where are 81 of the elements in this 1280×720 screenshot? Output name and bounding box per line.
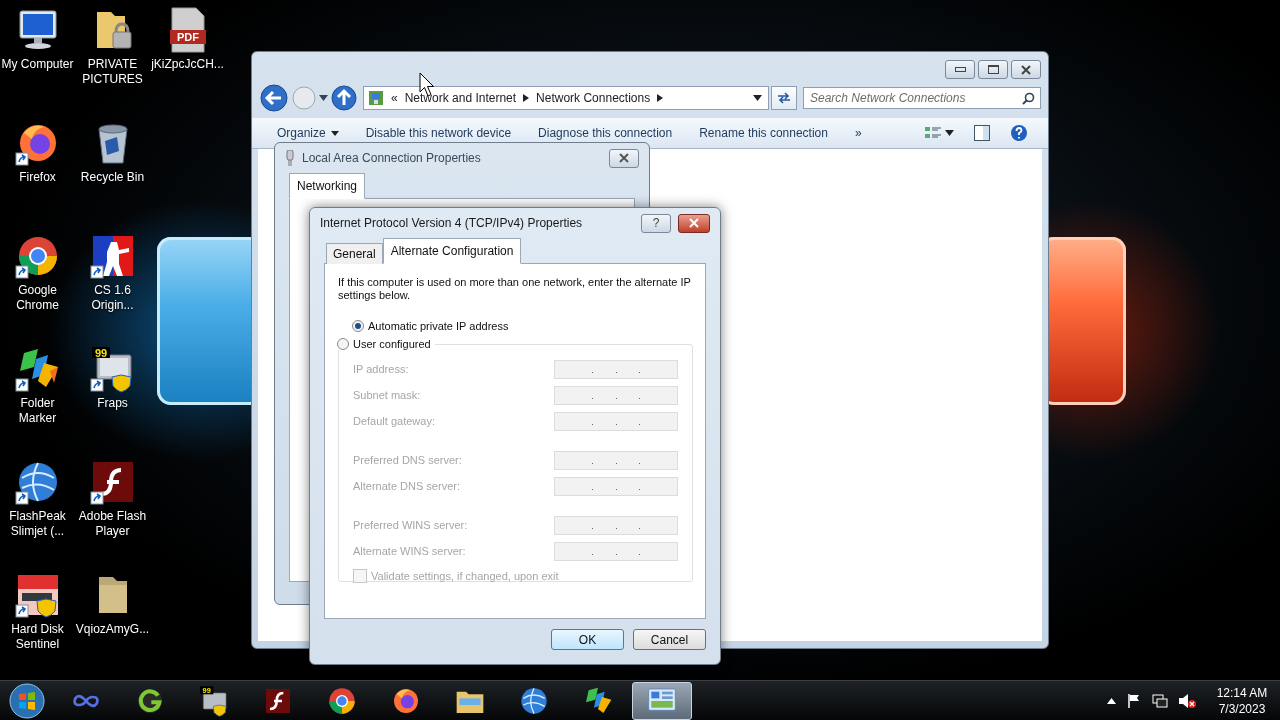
icon-label: CS 1.6 Origin... xyxy=(90,283,135,313)
ip-address-field[interactable] xyxy=(554,515,678,535)
tray-expand-icon[interactable] xyxy=(1107,697,1116,704)
icon-label: Recycle Bin xyxy=(80,170,145,185)
clock-time[interactable]: 12:14 AM xyxy=(1216,684,1268,701)
field-label: IP address: xyxy=(353,363,409,375)
breadcrumb-item[interactable]: Network and Internet xyxy=(404,91,517,105)
plug-icon xyxy=(285,150,295,166)
window-title: Local Area Connection Properties xyxy=(302,151,481,165)
ip-address-field[interactable] xyxy=(554,541,678,561)
network-icon[interactable] xyxy=(1152,692,1168,709)
field-label: Default gateway: xyxy=(353,415,435,427)
chevron-icon[interactable] xyxy=(523,94,530,102)
search-icon[interactable] xyxy=(1022,92,1035,105)
close-button[interactable] xyxy=(1011,60,1041,79)
tab[interactable]: Networking xyxy=(289,173,366,199)
clock-date[interactable]: 7/3/2023 xyxy=(1218,700,1266,717)
toolbar-button[interactable]: Disable this network device xyxy=(358,123,519,143)
close-button[interactable] xyxy=(678,213,710,233)
refresh-button[interactable] xyxy=(771,86,797,110)
icon-label: Fraps xyxy=(97,396,128,411)
toolbar-button[interactable]: Rename this connection xyxy=(692,123,835,143)
icon-label: Hard Disk Sentinel xyxy=(10,622,65,652)
search-field[interactable]: Search Network Connections xyxy=(803,87,1041,109)
network-icon xyxy=(368,90,384,106)
caret-icon[interactable] xyxy=(319,95,328,101)
tab[interactable]: Alternate Configuration xyxy=(382,238,522,264)
minimize-button[interactable] xyxy=(945,60,975,79)
chevron-icon[interactable] xyxy=(657,94,664,102)
icon-label: My Computer xyxy=(1,57,74,72)
ip-address-field[interactable] xyxy=(554,450,678,470)
icon-label: jKiZpcJcCH... xyxy=(151,57,224,72)
radio-label[interactable]: Automatic private IP address xyxy=(368,320,509,332)
volume-icon[interactable] xyxy=(1178,692,1196,709)
close-icon[interactable] xyxy=(1020,64,1032,75)
icon-label: Firefox xyxy=(19,170,56,185)
radio-button[interactable] xyxy=(352,320,364,332)
refresh-icon[interactable] xyxy=(776,91,792,105)
ip-address-field[interactable] xyxy=(554,359,678,379)
field-label: Preferred DNS server: xyxy=(353,454,462,466)
address-bar[interactable]: « Network and Internet Network Connections xyxy=(363,86,769,110)
field-label: Alternate WINS server: xyxy=(353,545,466,557)
breadcrumb-item[interactable]: Network Connections xyxy=(536,91,651,105)
help-icon[interactable] xyxy=(1010,124,1028,142)
icon-label: FlashPeak Slimjet (... xyxy=(8,509,67,539)
up-button[interactable] xyxy=(330,84,358,112)
toolbar-button[interactable]: Organize xyxy=(270,123,346,143)
dialog-button[interactable]: OK xyxy=(551,629,624,650)
instructions-text: If this computer is used on more than one network, enter the alternate IP settings below. xyxy=(338,276,692,302)
radio-label[interactable]: User configured xyxy=(353,338,431,350)
ip-address-field[interactable] xyxy=(554,385,678,405)
field-label: Subnet mask: xyxy=(353,389,421,401)
icon-label: Google Chrome xyxy=(15,283,60,313)
icon-label: Adobe Flash Player xyxy=(77,509,148,539)
flag-icon[interactable] xyxy=(1126,692,1142,709)
tab[interactable]: General xyxy=(326,243,383,264)
dialog-button[interactable]: Cancel xyxy=(633,629,706,650)
taskbar-button[interactable] xyxy=(632,681,692,720)
maximize-button[interactable] xyxy=(978,60,1008,79)
caret-icon[interactable] xyxy=(753,95,762,101)
start-button[interactable] xyxy=(8,681,46,720)
icon-label: VqiozAmyG... xyxy=(75,622,150,637)
help-button[interactable]: ? xyxy=(641,213,671,233)
back-button[interactable] xyxy=(259,83,289,113)
caret-icon[interactable] xyxy=(330,130,339,136)
icon-label: Folder Marker xyxy=(17,396,58,426)
more-button[interactable]: » xyxy=(847,123,869,143)
close-button[interactable] xyxy=(609,148,639,168)
ip-address-field[interactable] xyxy=(554,411,678,431)
close-icon[interactable] xyxy=(618,153,630,163)
icon-label: PRIVATE PICTURES xyxy=(81,57,144,87)
preview-pane-icon[interactable] xyxy=(974,125,990,141)
taskbar-button[interactable]: 99 xyxy=(184,681,244,720)
window-title: Internet Protocol Version 4 (TCP/IPv4) Properties xyxy=(320,216,583,230)
ip-address-field[interactable] xyxy=(554,476,678,496)
caret-icon[interactable] xyxy=(945,130,954,136)
toolbar-button[interactable]: Diagnose this connection xyxy=(531,123,680,143)
field-label: Alternate DNS server: xyxy=(353,480,460,492)
radio-button[interactable] xyxy=(337,338,349,350)
field-label: Preferred WINS server: xyxy=(353,519,468,531)
breadcrumb-overflow[interactable]: « xyxy=(391,91,398,105)
